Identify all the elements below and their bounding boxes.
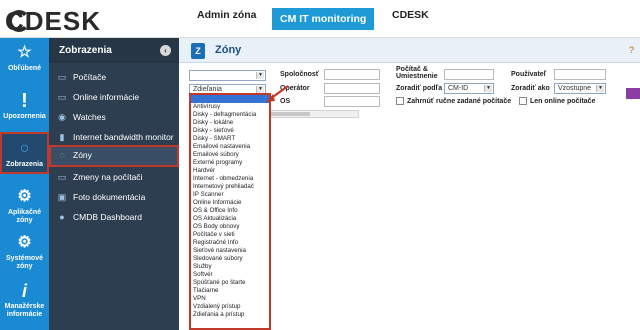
zone-type-dropdown-list[interactable]: Antivírusy Disky - defragmentácia Disky - … (189, 93, 271, 330)
dropdown-option[interactable]: Disky - SMART (191, 135, 269, 143)
zoradit-ako-select[interactable]: Vzostupne ▼ (554, 83, 606, 94)
dropdown-option[interactable]: Zdieľania a prístup (191, 311, 269, 319)
cdesk-logo[interactable]: CDESK (5, 6, 101, 37)
zahrnut-rucne-checkbox[interactable] (396, 97, 404, 105)
dropdown-option[interactable]: Internet - obmedzenia (191, 175, 269, 183)
system-gear-icon: ⚙ (17, 234, 32, 251)
pointer-arrow-annotation (266, 85, 289, 102)
submenu-header: Zobrazenia ‹ (49, 38, 179, 63)
dropdown-option-selected[interactable] (191, 95, 269, 103)
dropdown-option[interactable]: Externé programy (191, 159, 269, 167)
action-button[interactable] (626, 88, 640, 99)
left-nav-zobrazenia[interactable]: ○ Zobrazenia (0, 132, 49, 174)
dashboard-icon: ● (59, 212, 65, 222)
zoradit-ako-label: Zoradiť ako (511, 85, 550, 92)
submenu-item-zony[interactable]: ◌ Zóny (49, 145, 179, 167)
os-input[interactable] (324, 96, 380, 107)
chevron-down-icon: ▼ (484, 85, 492, 92)
submenu-panel: Zobrazenia ‹ ▭ Počítače ▭ Online informáci… (49, 38, 179, 330)
zone-icon: ◌ (59, 150, 65, 160)
dropdown-option[interactable]: Spúšťané po štarte (191, 279, 269, 287)
top-nav-admin-zona[interactable]: Admin zóna (197, 9, 257, 21)
info-icon: i (21, 281, 27, 301)
spolocnost-label: Spoločnosť (280, 71, 320, 78)
dropdown-option[interactable]: Tlačiarne (191, 287, 269, 295)
circle-icon: ○ (19, 140, 30, 157)
dropdown-option[interactable]: Disky - sieťové (191, 127, 269, 135)
dropdown-option[interactable]: Hardvér (191, 167, 269, 175)
dropdown-option[interactable]: VPN (191, 295, 269, 303)
dropdown-option[interactable]: Registračné Info (191, 239, 269, 247)
submenu-item-zmeny-na-pocitaci[interactable]: ▭ Zmeny na počítači (49, 167, 179, 189)
dropdown-option[interactable]: Sledované súbory (191, 255, 269, 263)
monitor-icon: ▭ (57, 92, 67, 102)
help-icon[interactable]: ? (629, 45, 634, 55)
left-nav-oblubene[interactable]: ☆ Obľúbené (0, 44, 49, 84)
dropdown-option[interactable]: OS & Office Info (191, 207, 269, 215)
chevron-down-icon: ▼ (256, 72, 264, 79)
left-nav-manazerske-informacie[interactable]: i Manažérske informácie (0, 282, 49, 326)
collapse-icon[interactable]: ‹ (160, 45, 171, 56)
dropdown-option[interactable]: Disky - defragmentácia (191, 111, 269, 119)
submenu-item-watches[interactable]: ◉ Watches (49, 107, 179, 129)
left-nav-systemove-zony[interactable]: ⚙ Systémové zóny (0, 234, 49, 274)
zoradit-podla-select[interactable]: CM-ID ▼ (444, 83, 494, 94)
left-nav-upozornenia[interactable]: ! Upozornenia (0, 90, 49, 134)
exclamation-icon: ! (21, 90, 28, 112)
submenu-item-foto-dokumentacia[interactable]: ▣ Foto dokumentácia (49, 187, 179, 209)
spolocnost-input[interactable] (324, 69, 380, 80)
dropdown-option[interactable]: IP Scanner (191, 191, 269, 199)
left-nav-aplikacne-zony[interactable]: ⚙ Aplikačné zóny (0, 188, 49, 228)
len-online-label: Len online počítače (530, 98, 596, 105)
chevron-down-icon: ▼ (596, 85, 604, 92)
top-nav-cm-it-monitoring[interactable]: CM IT monitoring (272, 8, 375, 30)
dropdown-option[interactable]: Internetový prehliadač (191, 183, 269, 191)
app-gear-icon: ⚙ (17, 188, 32, 205)
monitor-icon: ▭ (57, 172, 67, 182)
chevron-down-icon: ▼ (256, 86, 264, 93)
dropdown-option[interactable]: Emailové nastavenia (191, 143, 269, 151)
dropdown-option[interactable]: Služby (191, 263, 269, 271)
left-navigation: ☆ Obľúbené ! Upozornenia ○ Zobrazenia ⚙ … (0, 38, 49, 330)
operator-input[interactable] (324, 83, 380, 94)
zoradit-podla-label: Zoradiť podľa (396, 85, 443, 92)
dropdown-option[interactable]: OS Aktualizácia (191, 215, 269, 223)
eye-icon: ◉ (58, 112, 66, 122)
chart-icon: ▮ (59, 132, 65, 142)
zahrnut-rucne-label: Zahrnúť ručne zadané počítače (407, 98, 512, 105)
submenu-item-online-informacie[interactable]: ▭ Online informácie (49, 87, 179, 109)
dropdown-option[interactable]: Antivírusy (191, 103, 269, 111)
zone-category-select[interactable]: ▼ (189, 70, 266, 81)
submenu-item-cmdb-dashboard[interactable]: ● CMDB Dashboard (49, 207, 179, 229)
len-online-checkbox[interactable] (519, 97, 527, 105)
dropdown-option[interactable]: Sieťové nastavenia (191, 247, 269, 255)
dropdown-option[interactable]: Softvér (191, 271, 269, 279)
dropdown-option[interactable]: Emailové súbory (191, 151, 269, 159)
pouzivatel-input[interactable] (554, 69, 606, 80)
page-title: Zóny (215, 44, 242, 56)
dropdown-option[interactable]: OS Body obnovy (191, 223, 269, 231)
submenu-item-pocitace[interactable]: ▭ Počítače (49, 67, 179, 89)
star-gear-icon: ☆ (17, 44, 32, 61)
top-bar: CDESK Admin zóna CM IT monitoring CDESK (0, 0, 640, 38)
submenu-title: Zobrazenia (59, 45, 112, 56)
monitor-icon: ▭ (57, 72, 67, 82)
zone-page-icon: Z (191, 43, 205, 59)
camera-icon: ▣ (57, 192, 67, 202)
pocitac-umiestnenie-input[interactable] (444, 69, 494, 80)
top-nav-cdesk[interactable]: CDESK (392, 9, 429, 21)
pouzivatel-label: Používateľ (511, 71, 547, 78)
dropdown-option[interactable]: Disky - lokálne (191, 119, 269, 127)
dropdown-option[interactable]: Počítače v sieti (191, 231, 269, 239)
pocitac-umiestnenie-label: Počítač & Umiestnenie (396, 66, 438, 80)
dropdown-option[interactable]: Online Informácie (191, 199, 269, 207)
dropdown-option[interactable]: Vzdialený prístup (191, 303, 269, 311)
page-title-bar: Z Zóny ? (179, 38, 640, 63)
